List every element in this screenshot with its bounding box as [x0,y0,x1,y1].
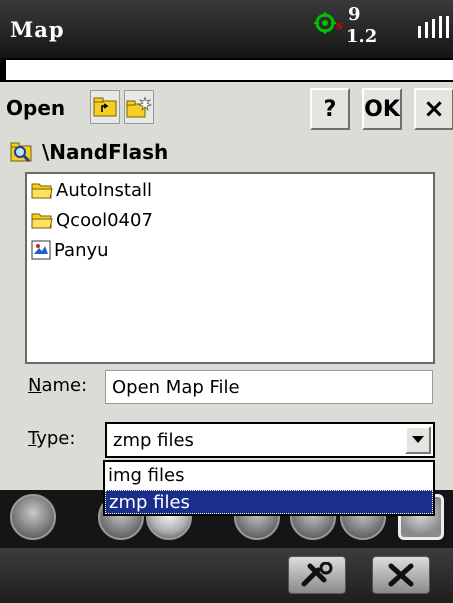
list-item[interactable]: Qcool0407 [31,208,153,232]
type-option-zmp[interactable]: zmp files [105,490,433,514]
status-bottom-number: 1.2 [346,26,378,47]
title-bar: Map s 9 1.2 [0,0,453,58]
type-select[interactable]: zmp files [105,422,435,458]
new-folder-icon [126,96,152,118]
help-button[interactable]: ? [310,88,350,130]
list-item[interactable]: AutoInstall [31,178,152,202]
type-label-mnemonic: T [28,428,37,449]
name-label-mnemonic: N [28,375,42,396]
exit-button[interactable] [372,556,430,594]
name-field[interactable]: Open Map File [105,370,433,404]
dialog-toolbar: Open ? OK × [0,82,453,138]
folder-icon [31,183,53,199]
current-path: \NandFlash [10,138,168,166]
file-name: Panyu [54,239,109,261]
type-dropdown-list[interactable]: img files zmp files [103,460,435,516]
name-label-text: ame: [41,375,88,396]
type-dropdown-button[interactable] [405,426,431,454]
file-name: Qcool0407 [56,209,153,231]
type-select-value: zmp files [113,430,194,451]
satellite-indicator: s [336,18,343,32]
map-file-icon [31,240,51,260]
list-item[interactable]: Panyu [31,238,109,262]
close-icon [388,563,414,587]
open-dialog: Open ? OK × \NandFlash AutoInstall Qcool… [0,82,453,490]
file-list[interactable]: AutoInstall Qcool0407 Panyu [25,172,435,364]
type-label-text: ype: [36,428,76,449]
app-title: Map [10,17,65,42]
tools-icon [301,562,333,587]
status-top-number: 9 [348,4,361,25]
tools-button[interactable] [288,556,346,594]
type-label: Type: [28,428,75,449]
bottom-bar [0,548,453,603]
up-folder-icon [93,97,117,117]
new-folder-button[interactable] [124,90,154,124]
folder-icon [31,213,53,229]
folder-search-icon [10,142,32,163]
zoom-icon[interactable] [10,494,56,540]
type-option-img[interactable]: img files [105,464,433,488]
up-folder-button[interactable] [90,90,120,124]
address-bar [6,60,453,80]
gps-crosshair-icon [314,12,336,34]
path-label: \NandFlash [42,140,169,164]
signal-bars-icon [418,16,449,38]
name-label: Name: [28,375,87,396]
ok-button[interactable]: OK [362,88,402,130]
close-button[interactable]: × [414,88,453,130]
chevron-down-icon [412,436,424,443]
screen: Map s 9 1.2 Open ? OK × \NandFlash AutoI… [0,0,453,603]
file-name: AutoInstall [56,179,152,201]
dialog-title: Open [6,96,66,120]
